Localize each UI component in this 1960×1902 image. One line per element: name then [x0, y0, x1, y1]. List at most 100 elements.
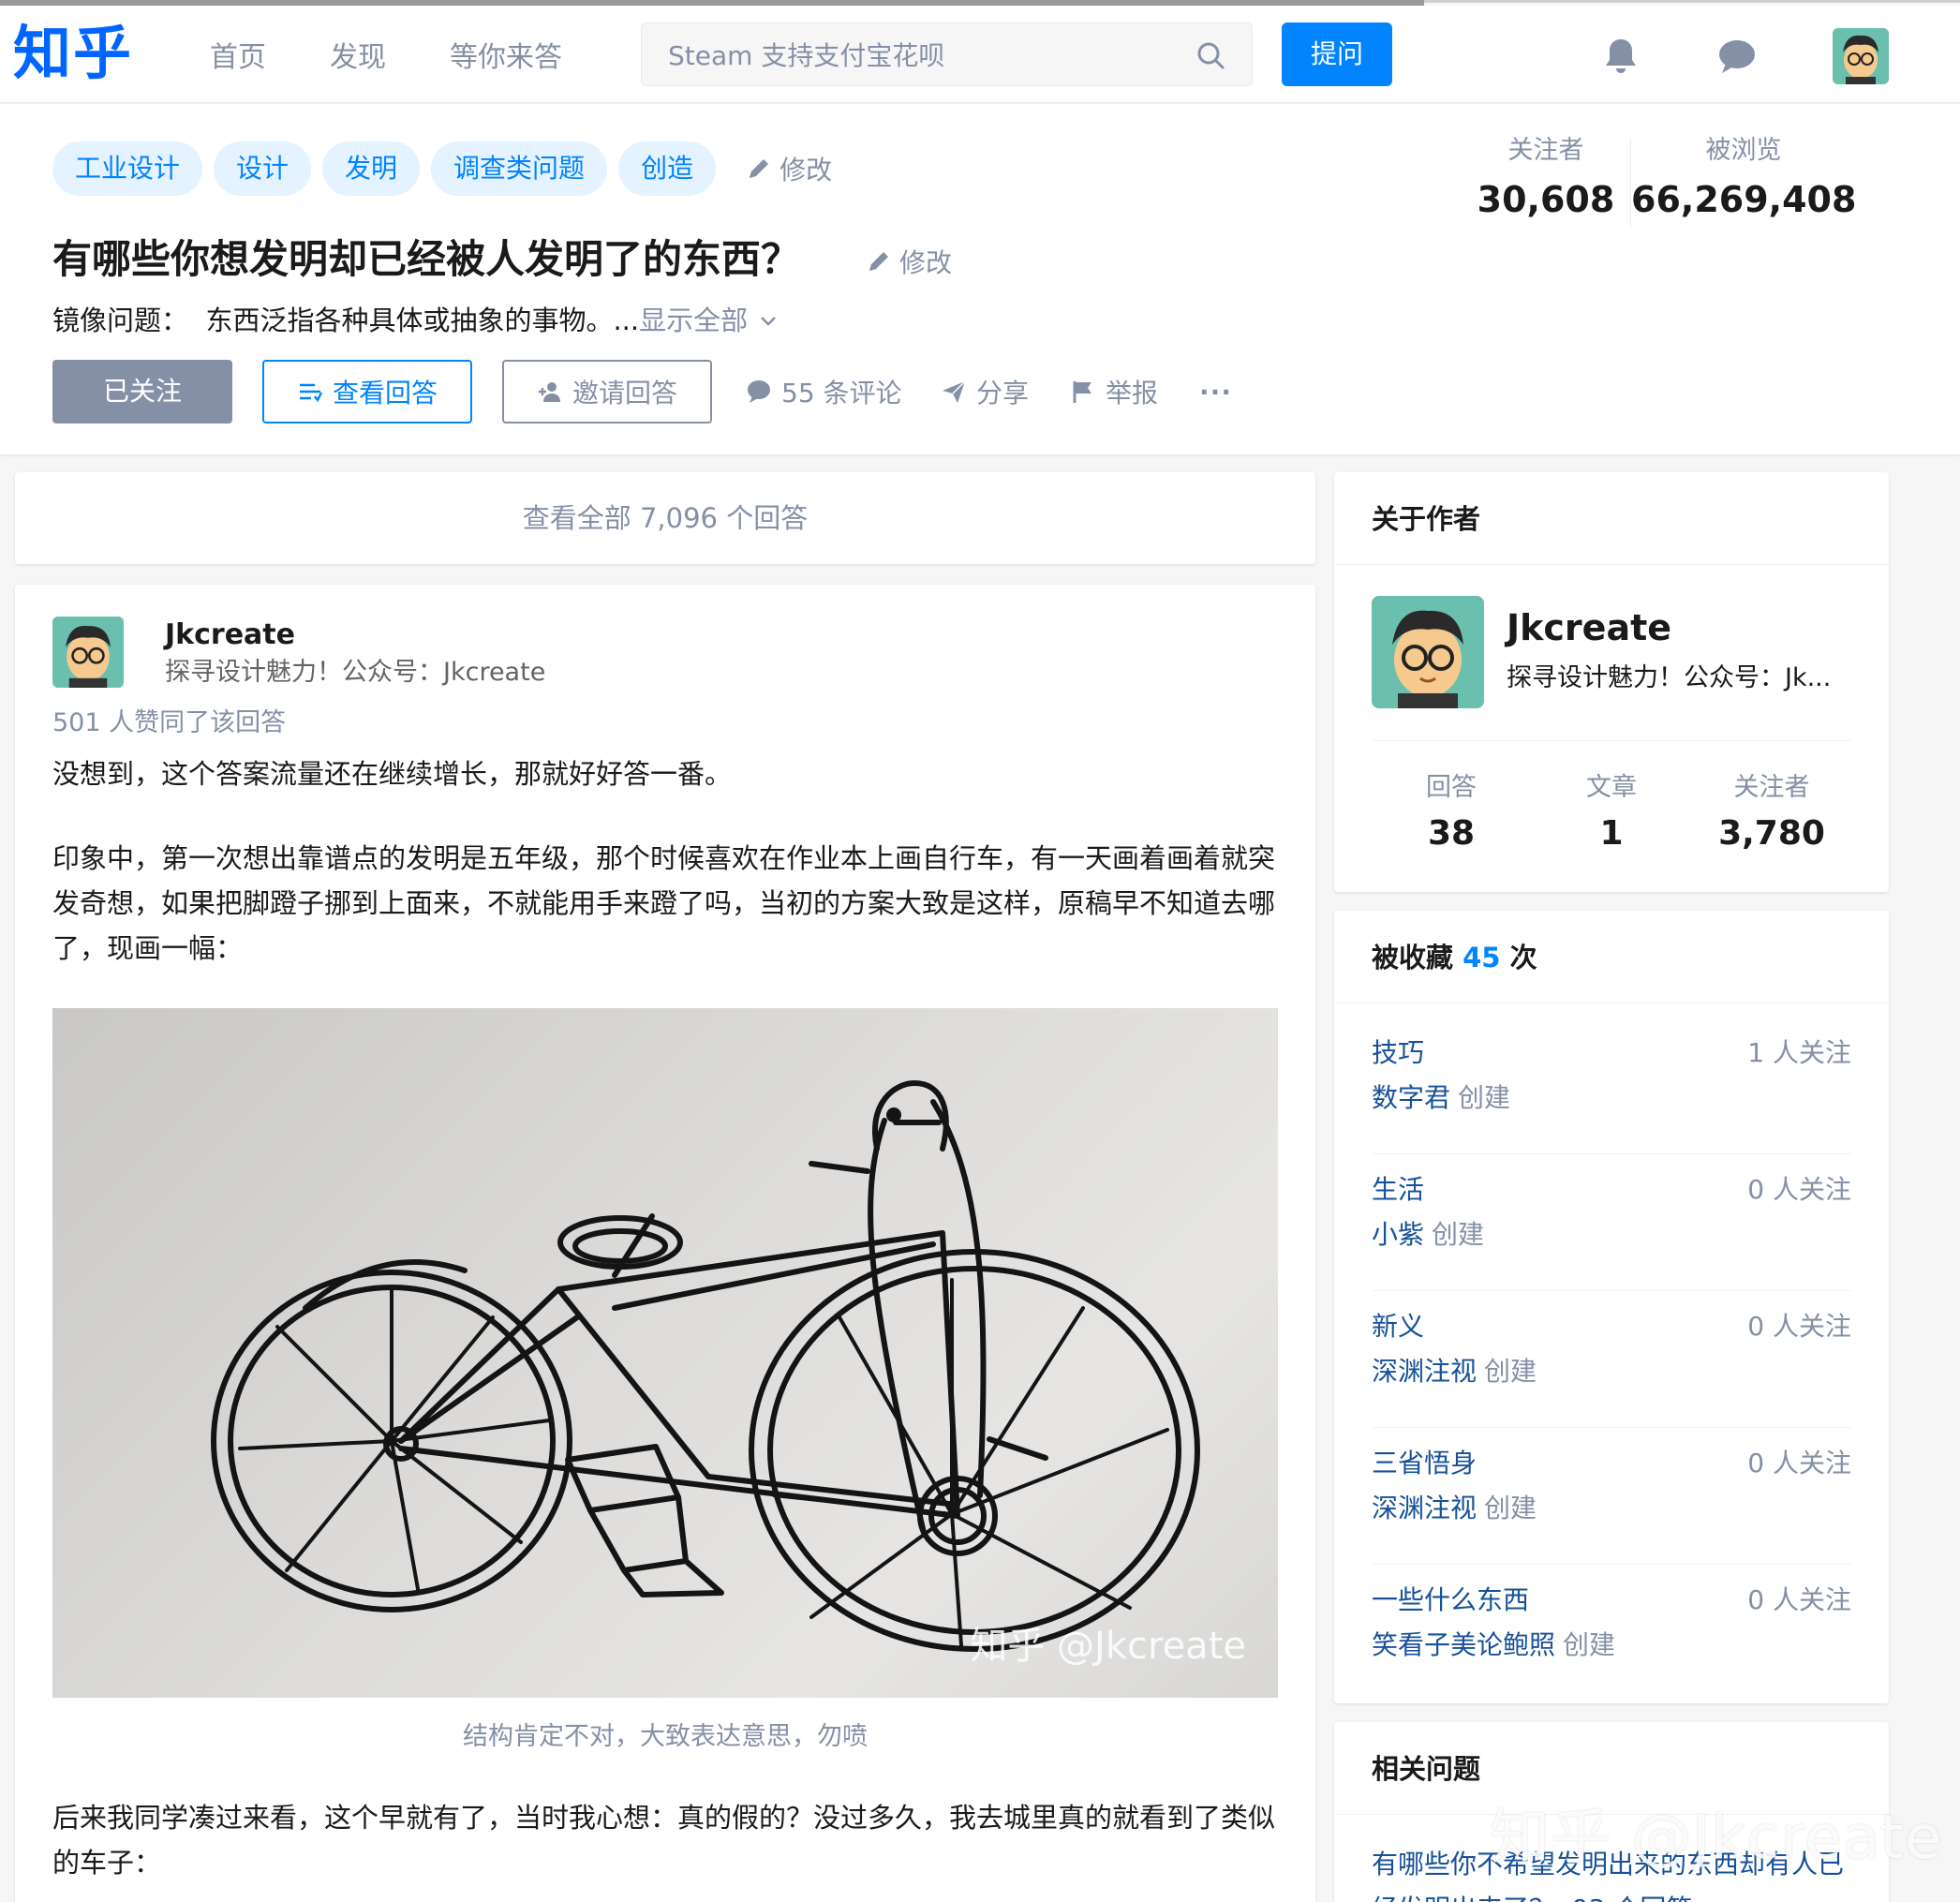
notification-bell-icon[interactable]	[1600, 36, 1641, 77]
stat-label: 文章	[1586, 773, 1637, 802]
followers-label: 关注者	[1507, 136, 1584, 165]
answer-card: Jkcreate 探寻设计魅力！公众号：Jkcreate 501 人赞同了该回答…	[15, 585, 1315, 1902]
page-progress-track	[1424, 0, 1960, 3]
author-articles-stat[interactable]: 文章 1	[1532, 770, 1691, 858]
search-icon[interactable]	[1195, 40, 1225, 70]
creator-name[interactable]: 数字君	[1372, 1082, 1450, 1113]
collections-title-suffix: 次	[1509, 942, 1537, 973]
about-author-name[interactable]: Jkcreate	[1507, 603, 1671, 652]
question-title: 有哪些你想发明却已经被人发明了的东西？	[52, 236, 801, 282]
invite-answer-button[interactable]: 邀请回答	[502, 360, 712, 423]
stat-value: 38	[1427, 814, 1476, 853]
paper-plane-icon	[943, 380, 966, 403]
comments-button[interactable]: 55 条评论	[746, 360, 902, 423]
report-button[interactable]: 举报	[1070, 360, 1158, 423]
mirror-text: 东西泛指各种具体或抽象的事物。...	[205, 305, 640, 336]
followers-stat[interactable]: 关注者 30,608	[1462, 134, 1630, 226]
topic-tag[interactable]: 设计	[214, 141, 312, 196]
creator-verb: 创建	[1432, 1219, 1485, 1250]
pencil-icon	[750, 159, 769, 178]
author-answers-stat[interactable]: 回答 38	[1372, 770, 1531, 858]
collections-title: 被收藏 45 次	[1372, 939, 1537, 976]
stat-value: 3,780	[1718, 814, 1825, 853]
top-navigation-bar: 知乎 首页 发现 等你来答 提问	[0, 6, 1960, 103]
about-author-title: 关于作者	[1372, 503, 1481, 535]
topic-tag[interactable]: 调查类问题	[431, 141, 608, 196]
related-questions-title: 相关问题	[1372, 1753, 1481, 1785]
collections-count: 45	[1463, 942, 1501, 973]
collection-name[interactable]: 三省悟身	[1372, 1445, 1477, 1482]
creator-verb: 创建	[1484, 1493, 1537, 1523]
view-answers-button[interactable]: 查看回答	[262, 360, 472, 423]
collection-creator: 深渊注视 创建	[1372, 1490, 1537, 1527]
answer-paragraph: 后来我同学凑过来看，这个早就有了，当时我心想：真的假的？没过多久，我去城里真的就…	[52, 1802, 1276, 1879]
topic-tag[interactable]: 工业设计	[52, 141, 203, 196]
show-all-link[interactable]: 显示全部	[639, 305, 780, 336]
flag-icon	[1073, 381, 1091, 403]
about-author-card: 关于作者 Jkcreate 探寻设计魅力！公众号：Jk... 回答 38 文章 …	[1334, 472, 1889, 892]
divider	[1334, 564, 1889, 565]
view-answers-label: 查看回答	[332, 378, 438, 409]
collection-name[interactable]: 新义	[1372, 1308, 1424, 1345]
invite-label: 邀请回答	[572, 378, 677, 409]
creator-name[interactable]: 小紫	[1372, 1219, 1424, 1250]
collection-name[interactable]: 一些什么东西	[1372, 1582, 1529, 1619]
followed-button[interactable]: 已关注	[52, 360, 232, 423]
creator-verb: 创建	[1458, 1082, 1511, 1113]
edit-topics-link[interactable]: 修改	[746, 141, 832, 196]
page-watermark: 知乎 @Jkcreate	[1490, 1804, 1943, 1873]
chevron-down-icon	[761, 317, 777, 326]
comment-icon	[748, 380, 770, 403]
nav-discover[interactable]: 发现	[330, 39, 386, 77]
author-followers-stat[interactable]: 关注者 3,780	[1692, 770, 1851, 858]
creator-name[interactable]: 深渊注视	[1372, 1356, 1477, 1387]
views-count: 66,269,408	[1631, 179, 1857, 220]
topic-tag[interactable]: 创造	[618, 141, 717, 196]
creator-name[interactable]: 笑看子美论鲍照	[1372, 1629, 1555, 1660]
about-author-avatar[interactable]	[1372, 596, 1484, 708]
about-author-headline: 探寻设计魅力！公众号：Jk...	[1507, 663, 1832, 692]
topic-tag[interactable]: 发明	[322, 141, 421, 196]
question-stats: 关注者 30,608 被浏览 66,269,408	[1462, 134, 1856, 237]
author-avatar[interactable]	[52, 617, 124, 688]
collection-creator: 笑看子美论鲍照 创建	[1372, 1627, 1615, 1664]
bicycle-drawing	[211, 1080, 1200, 1652]
image-caption: 结构肯定不对，大致表达意思，勿喷	[463, 1722, 868, 1751]
collection-followers: 0 人关注	[1747, 1311, 1851, 1342]
list-icon	[299, 383, 323, 403]
collection-item: 一些什么东西 笑看子美论鲍照 创建 0 人关注	[1372, 1565, 1851, 1701]
edit-label: 修改	[899, 247, 953, 278]
question-header: 工业设计 设计 发明 调查类问题 创造 修改 有哪些你想发明却已经被人发明了的东…	[0, 104, 1960, 454]
answer-paragraph: 没想到，这个答案流量还在继续增长，那就好好答一番。	[52, 758, 733, 790]
messages-icon[interactable]	[1716, 37, 1758, 75]
zhihu-logo[interactable]: 知乎	[13, 22, 133, 84]
search-input[interactable]	[668, 35, 1174, 76]
user-avatar[interactable]	[1833, 28, 1889, 84]
collection-creator: 深渊注视 创建	[1372, 1353, 1537, 1390]
stat-label: 关注者	[1733, 773, 1810, 802]
comments-label: 55 条评论	[781, 378, 902, 409]
nav-home[interactable]: 首页	[210, 39, 266, 77]
stat-value: 1	[1599, 814, 1624, 853]
collection-item: 新义 深渊注视 创建 0 人关注	[1372, 1291, 1851, 1428]
collection-followers: 0 人关注	[1747, 1584, 1851, 1615]
share-button[interactable]: 分享	[941, 360, 1029, 423]
ask-question-button[interactable]: 提问	[1282, 22, 1392, 86]
collection-name[interactable]: 生活	[1372, 1171, 1424, 1209]
collection-name[interactable]: 技巧	[1372, 1034, 1424, 1072]
collections-card: 被收藏 45 次 技巧 数字君 创建 1 人关注 生活 小紫 创建 0 人关注 新义…	[1334, 911, 1889, 1703]
collection-item: 技巧 数字君 创建 1 人关注	[1372, 1018, 1851, 1154]
nav-waiting-for-answers[interactable]: 等你来答	[450, 39, 562, 77]
more-options-button[interactable]: ···	[1199, 360, 1232, 423]
creator-verb: 创建	[1484, 1356, 1537, 1387]
bicycle-sketch-image[interactable]: 知乎 @Jkcreate	[52, 1008, 1278, 1698]
views-stat: 被浏览 66,269,408	[1631, 134, 1856, 226]
creator-verb: 创建	[1563, 1629, 1616, 1660]
question-detail: 镜像问题： 东西泛指各种具体或抽象的事物。...显示全部	[52, 301, 780, 340]
author-name[interactable]: Jkcreate	[165, 617, 295, 654]
add-user-icon	[538, 382, 560, 402]
edit-title-link[interactable]: 修改	[866, 243, 952, 280]
author-headline: 探寻设计魅力！公众号：Jkcreate	[165, 658, 546, 687]
creator-name[interactable]: 深渊注视	[1372, 1493, 1477, 1523]
view-all-answers-link[interactable]: 查看全部 7,096 个回答	[15, 472, 1315, 564]
